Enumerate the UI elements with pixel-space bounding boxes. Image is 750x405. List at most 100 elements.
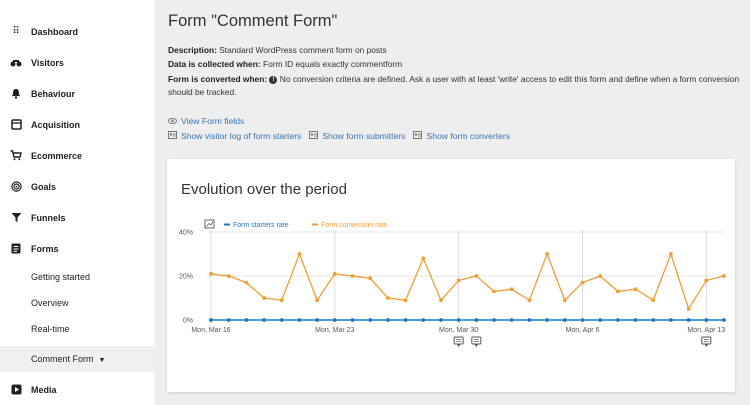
data-point — [350, 318, 355, 322]
sidebar-subitem-real-time[interactable]: Real-time — [0, 316, 155, 342]
data-point — [332, 271, 337, 276]
funnel-icon — [10, 212, 22, 224]
sidebar-item-behaviour[interactable]: Behaviour — [0, 78, 155, 109]
converted-label: Form is converted when: — [168, 74, 268, 84]
data-point — [315, 298, 320, 303]
data-point — [704, 278, 709, 283]
data-point — [562, 298, 567, 303]
sidebar-item-visitors[interactable]: Visitors — [0, 47, 155, 78]
sidebar-item-label: Dashboard — [31, 26, 79, 37]
page-title: Form "Comment Form" — [168, 12, 338, 30]
data-point — [527, 298, 532, 303]
annotation-icon — [453, 336, 464, 345]
forms-icon — [10, 243, 22, 255]
data-point — [686, 318, 691, 322]
data-point — [262, 296, 266, 300]
sidebar-subitem-label: Overview — [31, 298, 69, 308]
sidebar-item-forms[interactable]: Forms — [0, 233, 155, 264]
data-point — [633, 287, 638, 292]
x-tick-label: Mon, Apr 13 — [687, 327, 725, 334]
data-point — [368, 276, 373, 281]
sidebar-subitem-label: Comment Form — [31, 354, 94, 364]
data-point — [474, 274, 479, 278]
sidebar-subitem-label: Getting started — [31, 272, 91, 282]
data-point — [722, 274, 726, 278]
data-point — [580, 318, 585, 322]
data-point — [385, 318, 390, 322]
sidebar-item-media[interactable]: Media — [0, 374, 155, 405]
data-point — [669, 318, 673, 322]
sidebar-item-label: Behaviour — [31, 88, 76, 99]
eye-icon — [168, 117, 177, 126]
data-point — [598, 318, 603, 322]
data-point — [403, 298, 408, 303]
annotation-icon-tail — [456, 343, 461, 348]
annotation-icon — [701, 336, 712, 345]
sidebar-item-label: Goals — [31, 181, 57, 192]
form-description: Description: Standard WordPress comment … — [168, 44, 743, 57]
visitor-log-icon — [168, 131, 177, 141]
legend-entry: Form starters rate — [233, 222, 289, 229]
data-point — [615, 289, 620, 294]
data-point — [562, 318, 567, 322]
sidebar-item-goals[interactable]: Goals — [0, 171, 155, 202]
data-point — [704, 318, 709, 322]
sidebar-item-ecommerce[interactable]: Ecommerce — [0, 140, 155, 171]
data-point — [403, 318, 408, 322]
sidebar-item-funnels[interactable]: Funnels — [0, 202, 155, 233]
evolution-graph-card: Evolution over the period 40% 20% 0% Mon, M… — [167, 159, 735, 392]
data-point — [209, 318, 213, 322]
dashboard-icon: ⠿ — [12, 26, 20, 37]
data-point — [279, 318, 284, 322]
sidebar-item-label: Media — [31, 384, 57, 395]
view-form-fields-label: View Form fields — [181, 116, 245, 126]
annotation-icon-tail — [704, 343, 709, 348]
description-value: Standard WordPress comment form on posts — [216, 45, 387, 55]
form-collected-when: Data is collected when: Form ID equals e… — [168, 58, 743, 71]
data-point — [385, 296, 390, 300]
y-tick-label: 0% — [183, 318, 193, 325]
data-point — [244, 318, 249, 322]
data-point — [279, 298, 284, 303]
data-point — [315, 318, 320, 322]
sidebar-subitem-label-wrap: Comment Form ▼ — [31, 354, 105, 364]
x-tick-label: Mon, Mar 16 — [191, 327, 230, 334]
sidebar-item-label: Funnels — [31, 212, 66, 223]
sidebar: ⠿ Dashboard Visitors Behaviour Acquisiti… — [0, 0, 155, 405]
y-tick-label: 20% — [179, 274, 193, 281]
data-point — [421, 256, 426, 261]
show-visitor-log-link[interactable]: Show visitor log of form starters — [181, 131, 301, 141]
legend-entry: Form conversion rate — [321, 222, 387, 229]
sidebar-item-label: Forms — [31, 243, 59, 254]
data-point — [244, 280, 249, 285]
sidebar-subitem-getting-started[interactable]: Getting started — [0, 264, 155, 290]
data-point — [297, 318, 302, 322]
view-form-fields-link[interactable]: View Form fields — [168, 116, 244, 126]
x-tick-label: Mon, Mar 23 — [315, 327, 354, 334]
data-point — [297, 252, 302, 256]
form-links-row: Show visitor log of form starters Show f… — [168, 131, 510, 141]
target-icon — [10, 181, 22, 193]
form-converted-when: Form is converted when: ! No conversion … — [168, 73, 743, 99]
data-point — [474, 318, 479, 322]
sidebar-item-label: Ecommerce — [31, 150, 83, 161]
sidebar-item-acquisition[interactable]: Acquisition — [0, 109, 155, 140]
data-point — [332, 318, 337, 322]
sidebar-item-dashboard[interactable]: ⠿ Dashboard — [0, 16, 155, 47]
data-point — [651, 318, 656, 322]
sidebar-subitem-label: Real-time — [31, 324, 70, 334]
data-point — [439, 318, 443, 322]
main-content: Form "Comment Form" Description: Standar… — [155, 0, 750, 405]
show-form-submitters-link[interactable]: Show form submitters — [322, 131, 405, 141]
sidebar-subitem-overview[interactable]: Overview — [0, 290, 155, 316]
data-point — [722, 318, 726, 322]
annotation-icon-tail — [474, 343, 479, 348]
data-point — [509, 287, 514, 292]
show-form-converters-link[interactable]: Show form converters — [426, 131, 510, 141]
data-point — [439, 298, 443, 303]
data-point — [350, 274, 355, 278]
sidebar-subitem-comment-form[interactable]: Comment Form ▼ — [0, 346, 155, 372]
data-point — [456, 318, 461, 322]
x-tick-label: Mon, Apr 6 — [566, 327, 600, 334]
collected-label: Data is collected when: — [168, 59, 261, 69]
